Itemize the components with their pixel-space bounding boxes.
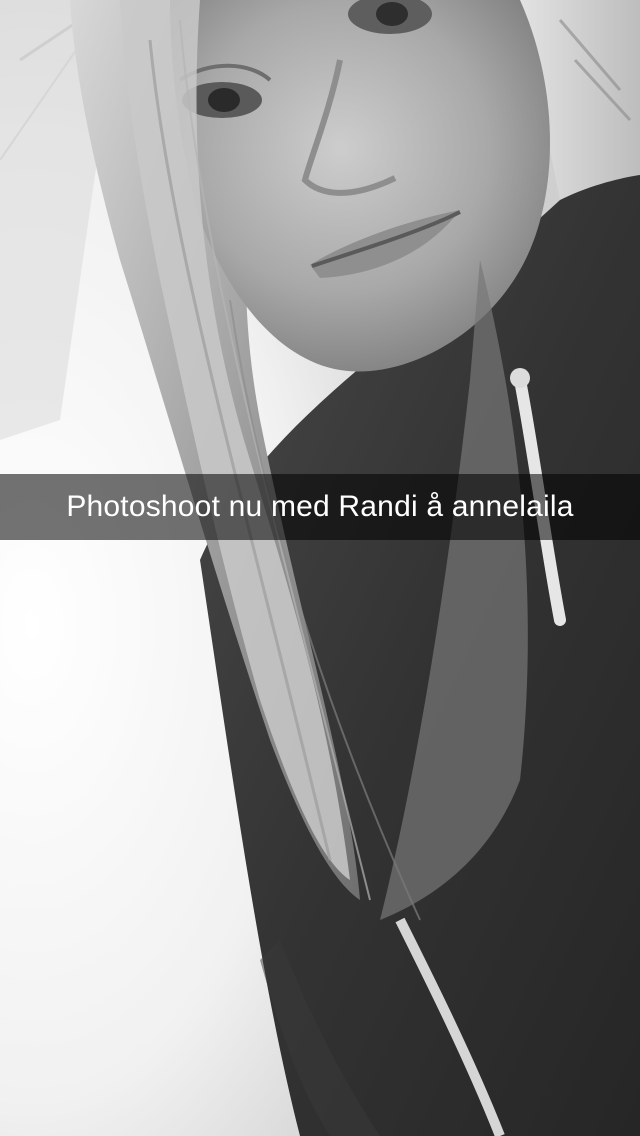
caption-bar[interactable]: Photoshoot nu med Randi å annelaila xyxy=(0,474,640,540)
snap-viewer[interactable]: Photoshoot nu med Randi å annelaila xyxy=(0,0,640,1136)
selfie-photo xyxy=(0,0,640,1136)
caption-text: Photoshoot nu med Randi å annelaila xyxy=(66,490,574,523)
